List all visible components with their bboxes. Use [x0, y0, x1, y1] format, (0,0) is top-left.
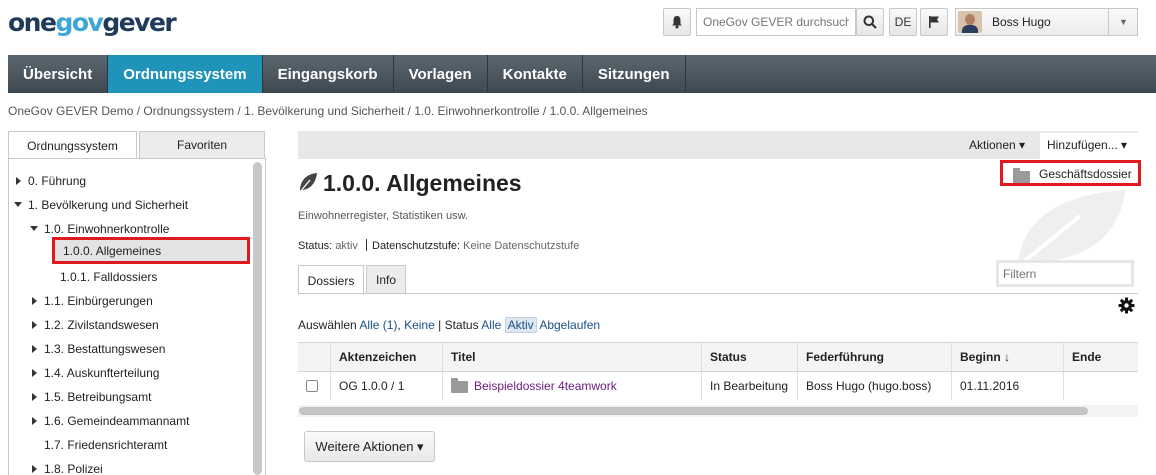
logo[interactable]: onegovgever — [8, 8, 177, 37]
cell-status: In Bearbeitung — [702, 372, 798, 400]
tree-item-1-bevoelkerung[interactable]: 1. Bevölkerung und Sicherheit — [28, 198, 188, 212]
expand-arrow-icon[interactable] — [32, 465, 37, 473]
expand-arrow-icon[interactable] — [32, 369, 37, 377]
tree-scrollbar[interactable] — [253, 162, 262, 475]
bell-icon — [672, 16, 682, 29]
table-scrollbar[interactable] — [299, 407, 1088, 415]
search-button[interactable] — [856, 8, 884, 36]
column-header-aktenzeichen[interactable]: Aktenzeichen — [331, 343, 443, 371]
row-checkbox[interactable] — [306, 380, 318, 392]
column-header-federfuehrung[interactable]: Federführung — [798, 343, 952, 371]
leaf-icon — [299, 173, 317, 193]
tab-divider — [298, 293, 1138, 294]
search-input[interactable] — [696, 8, 856, 36]
select-none-link[interactable]: Keine — [404, 318, 435, 332]
status-value: aktiv — [335, 240, 358, 252]
tree-item-1-0-1-falldossiers[interactable]: 1.0.1. Falldossiers — [60, 270, 157, 284]
language-label: DE — [894, 15, 912, 29]
nav-item-ordnungssystem[interactable]: Ordnungssystem — [108, 55, 263, 93]
expand-arrow-icon[interactable] — [32, 297, 37, 305]
user-name: Boss Hugo — [992, 15, 1051, 29]
tree-item-1-8-polizei[interactable]: 1.8. Polizei — [44, 462, 103, 475]
tree-item-1-0-einwohnerkontrolle[interactable]: 1.0. Einwohnerkontrolle — [44, 222, 169, 236]
cell-ende — [1064, 372, 1138, 400]
select-label: Auswählen — [298, 318, 357, 332]
status-expired-link[interactable]: Abgelaufen — [539, 318, 600, 332]
column-header-titel[interactable]: Titel — [443, 343, 702, 371]
expand-arrow-icon[interactable] — [16, 177, 21, 185]
collapse-arrow-icon[interactable] — [30, 226, 38, 231]
tree-item-label: 1.0.0. Allgemeines — [63, 244, 162, 258]
gear-icon[interactable] — [1118, 297, 1135, 314]
column-header-beginn[interactable]: Beginn ↓ — [952, 343, 1064, 371]
flag-icon — [929, 16, 939, 28]
chevron-down-icon: ▼ — [1108, 9, 1138, 35]
privacy-value: Keine Datenschutzstufe — [463, 240, 580, 252]
row-select-cell — [298, 372, 331, 400]
notifications-button[interactable] — [663, 8, 691, 36]
nav-item-sitzungen[interactable]: Sitzungen — [583, 55, 686, 93]
tab-dossiers[interactable]: Dossiers — [298, 265, 364, 295]
breadcrumb[interactable]: OneGov GEVER Demo / Ordnungssystem / 1. … — [8, 104, 648, 118]
language-switcher[interactable]: DE — [889, 8, 917, 36]
collapse-arrow-icon[interactable] — [14, 202, 22, 207]
hinzufuegen-menu[interactable]: Hinzufügen... ▾ — [1040, 133, 1138, 159]
tree-item-1-3-bestattungswesen[interactable]: 1.3. Bestattungswesen — [44, 342, 165, 356]
table-header: Aktenzeichen Titel Status Federführung B… — [298, 343, 1138, 372]
aktionen-menu[interactable]: Aktionen ▾ — [969, 138, 1025, 152]
filter-bar: Auswählen Alle (1), Keine | Status Alle … — [298, 317, 601, 333]
tree-item-1-7-friedensrichteramt[interactable]: 1.7. Friedensrichteramt — [44, 438, 167, 452]
cell-titel: Beispieldossier 4teamwork — [443, 372, 702, 400]
column-header-select — [298, 343, 331, 371]
more-actions-button[interactable]: Weitere Aktionen ▾ — [304, 431, 435, 462]
watermark-leaf-icon — [1014, 190, 1126, 268]
status-filter-label: Status — [444, 318, 479, 332]
divider — [366, 239, 367, 251]
select-all-link[interactable]: Alle (1) — [359, 318, 397, 332]
dossier-table: Aktenzeichen Titel Status Federführung B… — [298, 342, 1138, 400]
column-header-ende[interactable]: Ende — [1064, 343, 1138, 371]
column-header-status[interactable]: Status — [702, 343, 798, 371]
nav-item-kontakte[interactable]: Kontakte — [488, 55, 583, 93]
nav-item-vorlagen[interactable]: Vorlagen — [394, 55, 488, 93]
tree-item-1-5-betreibungsamt[interactable]: 1.5. Betreibungsamt — [44, 390, 151, 404]
cell-aktenzeichen: OG 1.0.0 / 1 — [331, 372, 443, 400]
folder-icon — [1013, 168, 1030, 183]
tab-ordnungssystem[interactable]: Ordnungssystem — [8, 131, 137, 159]
tree-item-1-6-gemeindeammannamt[interactable]: 1.6. Gemeindeammannamt — [44, 414, 189, 428]
avatar — [958, 11, 982, 33]
expand-arrow-icon[interactable] — [32, 345, 37, 353]
expand-arrow-icon[interactable] — [32, 393, 37, 401]
tree-item-1-4-auskunfterteilung[interactable]: 1.4. Auskunfterteilung — [44, 366, 159, 380]
user-menu[interactable]: Boss Hugo ▼ — [955, 8, 1138, 36]
filter-input[interactable] — [996, 260, 1134, 287]
page-title: 1.0.0. Allgemeines — [323, 170, 522, 196]
status-active-link[interactable]: Aktiv — [504, 317, 537, 333]
expand-arrow-icon[interactable] — [32, 321, 37, 329]
cell-beginn: 01.11.2016 — [952, 372, 1064, 400]
search-icon — [863, 15, 877, 29]
dossier-link[interactable]: Beispieldossier 4teamwork — [474, 379, 617, 393]
flag-button[interactable] — [920, 8, 948, 36]
main-nav: Übersicht Ordnungssystem Eingangskorb Vo… — [8, 55, 1156, 93]
tab-info[interactable]: Info — [366, 265, 406, 294]
folder-icon — [451, 378, 468, 393]
tree-item-1-2-zivilstandswesen[interactable]: 1.2. Zivilstandswesen — [44, 318, 159, 332]
tree-item-0-fuehrung[interactable]: 0. Führung — [28, 174, 86, 188]
table-row[interactable]: OG 1.0.0 / 1 Beispieldossier 4teamwork I… — [298, 372, 1138, 400]
header: onegovgever DE Boss Hugo ▼ — [0, 0, 1156, 54]
nav-item-uebersicht[interactable]: Übersicht — [8, 55, 109, 93]
tab-favoriten[interactable]: Favoriten — [139, 131, 265, 158]
tree-item-1-0-0-allgemeines[interactable]: 1.0.0. Allgemeines — [52, 237, 250, 264]
expand-arrow-icon[interactable] — [32, 417, 37, 425]
dossier-description: Einwohnerregister, Statistiken usw. — [298, 210, 468, 222]
geschaeftsdossier-label: Geschäftsdossier — [1039, 167, 1132, 181]
geschaeftsdossier-menu-item[interactable]: Geschäftsdossier — [1000, 160, 1141, 186]
nav-item-eingangskorb[interactable]: Eingangskorb — [263, 55, 394, 93]
tree-item-1-1-einbuergerungen[interactable]: 1.1. Einbürgerungen — [44, 294, 153, 308]
status-line: Status: aktiv Datenschutzstufe: Keine Da… — [298, 239, 580, 252]
status-all-link[interactable]: Alle — [481, 318, 501, 332]
cell-federfuehrung: Boss Hugo (hugo.boss) — [798, 372, 952, 400]
